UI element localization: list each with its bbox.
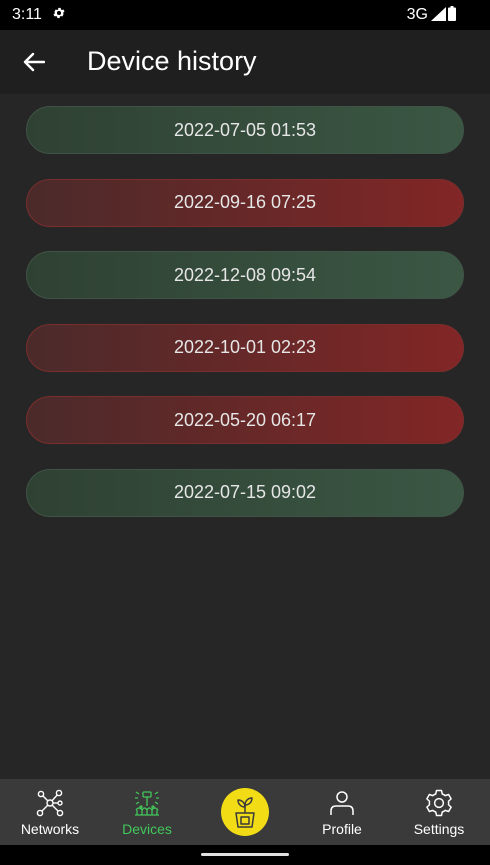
history-timestamp: 2022-09-16 07:25 (173, 192, 317, 212)
signal-icon (431, 7, 446, 21)
battery-icon (448, 6, 456, 21)
status-bar: 3:11 3G (0, 0, 490, 30)
gear-icon (53, 7, 65, 19)
nav-item-settings[interactable]: Settings (399, 779, 479, 845)
back-button[interactable] (14, 44, 54, 80)
page-title: Device history (87, 46, 257, 76)
history-item[interactable]: 2022-07-05 01:53 (26, 106, 464, 154)
add-plant-button[interactable] (221, 788, 269, 836)
nav-item-profile[interactable]: Profile (302, 779, 382, 845)
nav-label-profile: Profile (322, 821, 362, 837)
nav-label-devices: Devices (122, 821, 172, 837)
history-item[interactable]: 2022-05-20 06:17 (26, 396, 464, 444)
home-indicator[interactable] (201, 853, 289, 856)
history-timestamp: 2022-12-08 09:54 (173, 264, 317, 285)
bottom-nav: Networks Devices Profile Settings (0, 779, 490, 845)
device-history-screen: 3:11 3G Device history 2022-07-05 01:53 … (0, 0, 490, 865)
nav-label-settings: Settings (413, 821, 465, 837)
nav-item-devices[interactable]: Devices (107, 779, 187, 845)
status-time: 3:11 (12, 6, 42, 23)
network-icon (36, 789, 64, 817)
plant-pot-icon (235, 797, 255, 828)
gesture-bar (0, 845, 490, 865)
history-timestamp: 2022-07-05 01:53 (173, 119, 317, 140)
history-item[interactable]: 2022-07-15 09:02 (26, 468, 464, 517)
history-list: 2022-07-05 01:53 2022-09-16 07:25 2022-1… (26, 106, 464, 541)
nav-item-networks[interactable]: Networks (10, 779, 90, 845)
sprinkler-icon (135, 791, 159, 816)
history-item[interactable]: 2022-12-08 09:54 (26, 251, 464, 299)
history-item[interactable]: 2022-10-01 02:23 (26, 323, 464, 372)
app-bar: Device history (0, 30, 490, 94)
history-item[interactable]: 2022-09-16 07:25 (26, 178, 464, 227)
arrow-left-icon (23, 52, 45, 72)
history-timestamp: 2022-07-15 09:02 (173, 482, 317, 502)
nav-label-networks: Networks (20, 821, 80, 837)
history-timestamp: 2022-10-01 02:23 (173, 337, 317, 357)
network-type: 3G (406, 6, 428, 23)
history-timestamp: 2022-05-20 06:17 (173, 409, 317, 430)
gear-icon (426, 789, 452, 817)
person-icon (330, 791, 354, 815)
